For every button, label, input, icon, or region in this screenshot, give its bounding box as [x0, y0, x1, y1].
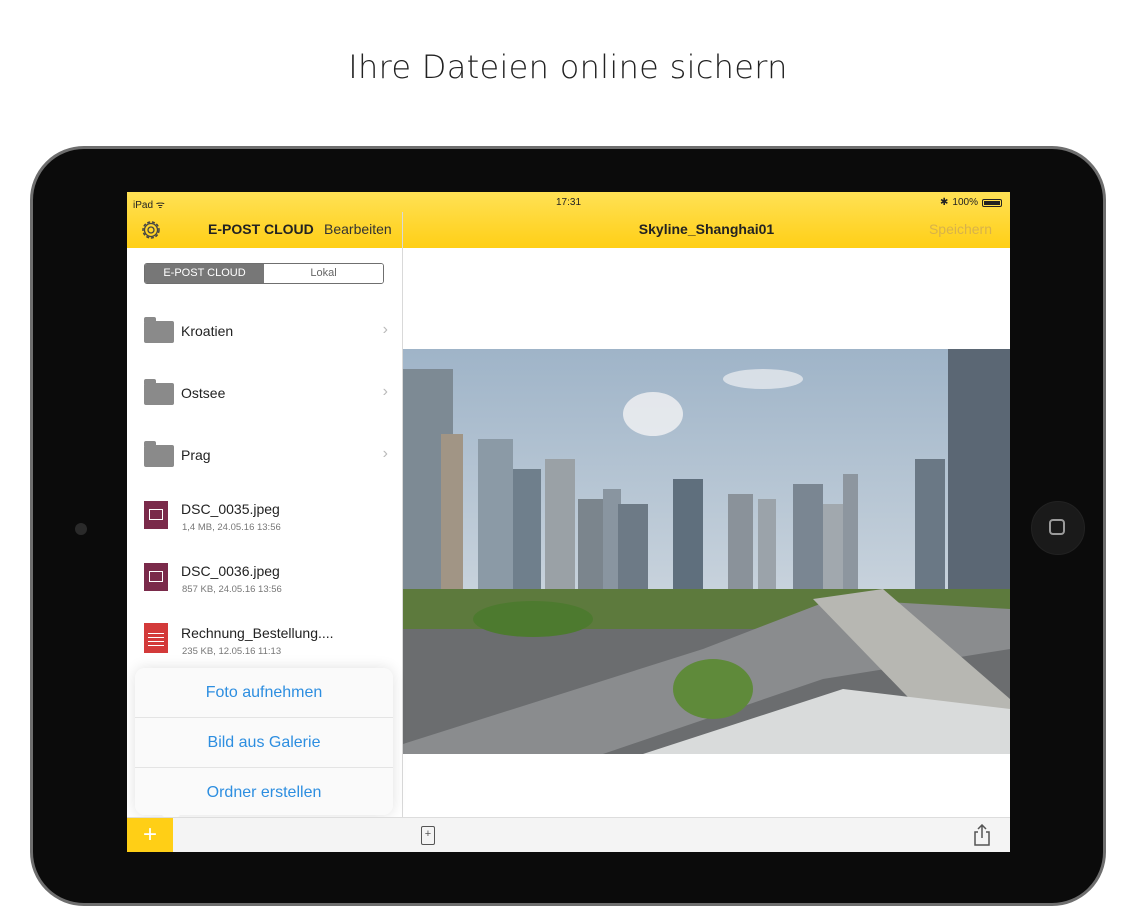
edit-button[interactable]: Bearbeiten — [324, 221, 392, 237]
battery-percent: 100% — [952, 197, 978, 208]
file-row[interactable]: DSC_0035.jpeg 1,4 MB, 24.05.16 13:56 — [127, 487, 402, 549]
pdf-file-icon — [144, 623, 168, 653]
folder-row-prag[interactable]: Prag › — [127, 425, 402, 487]
app-title: E-POST CLOUD — [208, 221, 314, 237]
status-bar: iPad ᯤ 17:31 ✱ 100% — [127, 192, 1010, 212]
folder-label: Kroatien — [181, 323, 234, 339]
take-photo-option[interactable]: Foto aufnehmen — [135, 668, 393, 718]
battery-indicator: ✱ 100% — [940, 197, 1002, 208]
file-title: Skyline_Shanghai01 — [638, 221, 775, 237]
image-from-gallery-option[interactable]: Bild aus Galerie — [135, 718, 393, 768]
file-row[interactable]: Rechnung_Bestellung.... 235 KB, 12.05.16… — [127, 611, 402, 673]
add-button[interactable]: + — [127, 818, 173, 852]
file-name: DSC_0035.jpeg — [181, 501, 280, 517]
folder-row-kroatien[interactable]: Kroatien › — [127, 301, 402, 363]
settings-gear-icon[interactable] — [139, 218, 163, 242]
top-navigation-bar: iPad ᯤ 17:31 ✱ 100% E-POST CLOUD Bearbei… — [127, 192, 1010, 248]
file-meta: 1,4 MB, 24.05.16 13:56 — [182, 522, 281, 533]
segment-cloud[interactable]: E-POST CLOUD — [145, 264, 264, 283]
status-time: 17:31 — [555, 197, 582, 208]
segment-local[interactable]: Lokal — [264, 264, 383, 283]
folder-icon — [144, 317, 174, 343]
new-file-icon[interactable]: + — [421, 826, 435, 845]
battery-icon — [982, 198, 1002, 207]
file-name: Rechnung_Bestellung.... — [181, 625, 334, 641]
home-button[interactable] — [1031, 501, 1085, 555]
folder-row-ostsee[interactable]: Ostsee › — [127, 363, 402, 425]
bottom-toolbar: + + — [127, 817, 1010, 852]
source-segmented-control: E-POST CLOUD Lokal — [144, 263, 384, 284]
image-file-icon — [144, 563, 168, 591]
camera-dot — [75, 523, 87, 535]
folder-icon — [144, 441, 174, 467]
page-headline: Ihre Dateien online sichern — [348, 48, 788, 86]
file-row[interactable]: DSC_0036.jpeg 857 KB, 24.05.16 13:56 — [127, 549, 402, 611]
file-name: DSC_0036.jpeg — [181, 563, 280, 579]
folder-icon — [144, 379, 174, 405]
chevron-right-icon: › — [382, 383, 388, 400]
image-preview-skyline — [403, 349, 1010, 754]
chevron-right-icon: › — [382, 321, 388, 338]
create-folder-option[interactable]: Ordner erstellen — [135, 768, 393, 817]
file-meta: 857 KB, 24.05.16 13:56 — [182, 584, 282, 595]
bluetooth-icon: ✱ — [940, 197, 949, 208]
save-button[interactable]: Speichern — [929, 221, 992, 237]
chevron-right-icon: › — [382, 445, 388, 462]
file-meta: 235 KB, 12.05.16 11:13 — [182, 646, 282, 657]
app-screen: iPad ᯤ 17:31 ✱ 100% E-POST CLOUD Bearbei… — [127, 192, 1010, 852]
add-options-popover: Foto aufnehmen Bild aus Galerie Ordner e… — [135, 668, 393, 815]
share-icon[interactable] — [972, 824, 992, 846]
image-file-icon — [144, 501, 168, 529]
folder-label: Prag — [181, 447, 211, 463]
folder-label: Ostsee — [181, 385, 226, 401]
